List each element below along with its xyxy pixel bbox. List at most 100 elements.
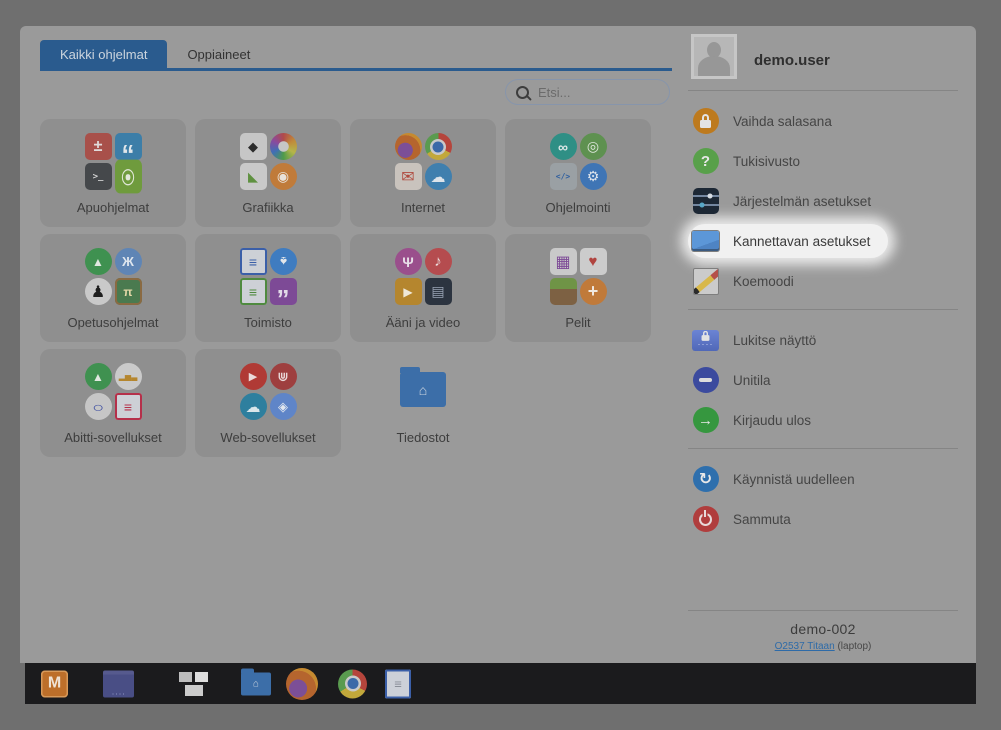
mouse-icon: ⦿ — [115, 160, 142, 194]
category-tile-grafiikka[interactable]: ◆◣◉Grafiikka — [195, 119, 341, 227]
video-editor-icon: ▤ — [425, 278, 452, 305]
sidebar-item-tukisivusto[interactable]: ? Tukisivusto — [688, 141, 958, 181]
desktop-background: { "tabs": { "items": [ {"id": "kaikki-oh… — [0, 0, 1001, 730]
menu-launcher-icon[interactable]: M — [41, 670, 68, 697]
category-label: Internet — [350, 200, 496, 215]
sidebar-item-label: Tukisivusto — [733, 154, 800, 169]
search-box — [505, 79, 670, 105]
lock-orange-icon — [692, 108, 719, 135]
chrome-icon — [425, 133, 452, 160]
sidebar-item-label: Käynnistä uudelleen — [733, 472, 855, 487]
menu-group: Vaihda salasana? Tukisivusto Järjestelmän … — [688, 101, 958, 301]
sudoku-icon: ▦ — [550, 248, 577, 275]
category-tile-web-sovellukset[interactable]: ▶⋓☁◈ Web-sovellukset — [195, 349, 341, 457]
category-tile-internet[interactable]: ✉☁ Internet — [350, 119, 496, 227]
laptop-icon — [692, 228, 719, 255]
show-desktop-icon[interactable] — [103, 670, 134, 697]
sidebar-item-vaihda-salasana[interactable]: Vaihda salasana — [688, 101, 958, 141]
divider — [688, 90, 958, 91]
menu-group: Lukitse näyttö Unitila→Kirjaudu ulos — [688, 320, 958, 440]
divider — [688, 610, 958, 611]
category-tile-opetusohjelmat[interactable]: ▲Ж♟π Opetusohjelmat — [40, 234, 186, 342]
code-editor-icon: </> — [550, 163, 577, 190]
gmail-icon: ✉ — [395, 163, 422, 190]
sidebar-item-label: Vaihda salasana — [733, 114, 832, 129]
writer-doc-icon: ≡ — [240, 248, 267, 275]
sidebar-footer: demo-002 O2537 Titaan (laptop) — [688, 602, 958, 652]
sleep-icon — [692, 367, 719, 394]
taskbar: M ⌂ ≡ — [25, 663, 976, 704]
tab-underline — [40, 68, 672, 71]
launcher-panel: Kaikki ohjelmatOppiaineet ±“>_⦿ Apuohjelm… — [20, 26, 976, 663]
sidebar-item-label: Lukitse näyttö — [733, 333, 816, 348]
sidebar-item-lukitse-naytto[interactable]: Lukitse näyttö — [688, 320, 958, 360]
sidebar-item-kirjaudu-ulos[interactable]: →Kirjaudu ulos — [688, 400, 958, 440]
sidebar-item-label: Kannettavan asetukset — [733, 234, 870, 249]
icon-cluster: ≡♠≡” — [195, 248, 341, 305]
minecraft-icon — [550, 278, 577, 305]
category-tile-ohjelmointi[interactable]: ∞◎</>⚙Ohjelmointi — [505, 119, 651, 227]
terminal-icon: >_ — [85, 163, 112, 190]
icon-cluster: ▦♥+ — [505, 248, 651, 305]
sidebar-item-koemoodi[interactable]: Koemoodi — [688, 261, 958, 301]
writer-icon[interactable]: ≡ — [385, 669, 411, 698]
window-switcher-icon[interactable] — [179, 671, 209, 697]
category-label: Ohjelmointi — [505, 200, 651, 215]
sidebar-item-label: Kirjaudu ulos — [733, 413, 811, 428]
science-atom-icon: Ж — [115, 248, 142, 275]
blender-icon: ◉ — [270, 163, 297, 190]
sidebar-item-label: Koemoodi — [733, 274, 794, 289]
youtube-icon: ▶ — [240, 363, 267, 390]
divider — [688, 448, 958, 449]
file-manager-icon[interactable]: ⌂ — [241, 672, 271, 695]
category-label: Apuohjelmat — [40, 200, 186, 215]
tux-icon: ♟ — [85, 278, 112, 305]
device-link[interactable]: O2537 Titaan — [775, 641, 835, 652]
sidebar-item-kaynnista-uudelleen[interactable]: ↻ Käynnistä uudelleen — [688, 459, 958, 499]
sidebar-item-label: Sammuta — [733, 512, 791, 527]
search-input[interactable] — [536, 84, 659, 101]
tab-oppiaineet[interactable]: Oppiaineet — [167, 40, 270, 68]
sidebar-item-label: Järjestelmän asetukset — [733, 194, 871, 209]
chart-icon: ▂▅▃ — [115, 363, 142, 390]
restart-icon: ↻ — [692, 466, 719, 493]
category-label: Ääni ja video — [350, 315, 496, 330]
icon-cluster: ±“>_⦿ — [40, 133, 186, 190]
system-sliders-icon — [692, 188, 719, 215]
category-label: Opetusohjelmat — [40, 315, 186, 330]
sidebar-item-kannettavan-asetukset[interactable]: Kannettavan asetukset — [688, 224, 888, 258]
menu-group: ↻ Käynnistä uudelleen Sammuta — [688, 459, 958, 539]
help-icon: ? — [692, 148, 719, 175]
chrome-icon[interactable] — [338, 669, 367, 698]
firefox-icon[interactable] — [286, 668, 318, 700]
icon-cluster: ▲Ж♟π — [40, 248, 186, 305]
microphone-icon: Ψ — [395, 248, 422, 275]
category-tile-abitti-sovellukset[interactable]: ▲▂▅▃○≡Abitti-sovellukset — [40, 349, 186, 457]
tab-kaikki-ohjelmat[interactable]: Kaikki ohjelmat — [40, 40, 167, 68]
cloud-icon: ☁ — [425, 163, 452, 190]
category-tile-apuohjelmat[interactable]: ±“>_⦿ Apuohjelmat — [40, 119, 186, 227]
office-notes-icon: ” — [270, 278, 297, 305]
app-category-grid: ±“>_⦿Apuohjelmat◆◣◉Grafiikka✉☁Internet∞◎… — [40, 119, 651, 457]
category-tile-aani-ja-video[interactable]: Ψ♪▶▤Ääni ja video — [350, 234, 496, 342]
search-icon — [516, 86, 529, 99]
sidebar-item-sammuta[interactable]: Sammuta — [688, 499, 958, 539]
notes-icon: “ — [115, 133, 142, 160]
sidebar-item-jarjestelman-asetukset[interactable]: Järjestelmän asetukset — [688, 181, 958, 221]
ruler-icon: ◣ — [240, 163, 267, 190]
sidebar-menu: Vaihda salasana? Tukisivusto Järjestelmän … — [688, 90, 958, 543]
web-browser-icon: ◈ — [270, 393, 297, 420]
category-tile-tiedostot[interactable]: ⌂Tiedostot — [350, 349, 496, 457]
category-label: Pelit — [505, 315, 651, 330]
category-label: Web-sovellukset — [195, 430, 341, 445]
gamepad-icon: + — [580, 278, 607, 305]
sidebar-item-unitila[interactable]: Unitila — [688, 360, 958, 400]
sidebar: demo.user Vaihda salasana?TukisivustoJär… — [688, 26, 968, 663]
power-icon — [692, 506, 719, 533]
icon-cluster: ▲▂▅▃○≡ — [40, 363, 186, 420]
category-tile-toimisto[interactable]: ≡♠≡”Toimisto — [195, 234, 341, 342]
build-tool-icon: ⚙ — [580, 163, 607, 190]
icon-cluster: ▶⋓☁◈ — [195, 363, 341, 420]
category-tile-pelit[interactable]: ▦♥+ Pelit — [505, 234, 651, 342]
tab-bar: Kaikki ohjelmatOppiaineet — [40, 40, 270, 68]
